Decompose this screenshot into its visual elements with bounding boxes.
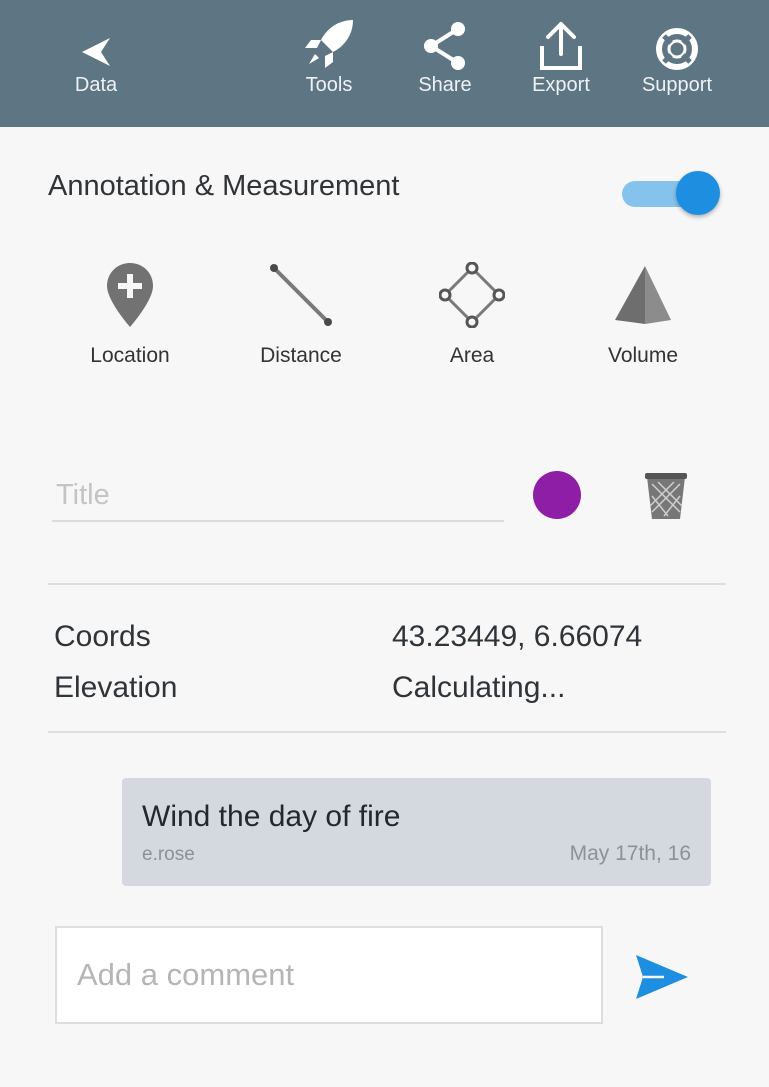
tool-area-label: Area	[449, 344, 495, 367]
tool-location[interactable]: Location	[55, 258, 205, 376]
comment-card: Wind the day of fire e.rose May 17th, 16	[122, 778, 711, 886]
tool-volume-label: Volume	[607, 344, 679, 367]
divider	[48, 731, 726, 733]
top-toolbar: Data Tools Share Export Support	[0, 0, 769, 127]
support-button[interactable]: Support	[617, 0, 737, 127]
color-picker[interactable]	[533, 471, 581, 519]
comment-author: e.rose	[142, 844, 195, 865]
trash-icon[interactable]	[642, 470, 690, 522]
comment-text: Wind the day of fire	[142, 800, 401, 833]
tool-distance[interactable]: Distance	[226, 258, 376, 376]
rocket-icon	[301, 0, 357, 72]
share-icon	[420, 0, 470, 72]
comment-input[interactable]	[55, 926, 603, 1024]
toggle-knob	[676, 171, 720, 215]
map-pin-add-icon	[105, 258, 155, 332]
tool-volume[interactable]: Volume	[568, 258, 718, 376]
coords-value: 43.23449, 6.66074	[392, 620, 643, 653]
coords-label: Coords	[54, 620, 151, 653]
tool-area[interactable]: Area	[397, 258, 547, 376]
lifebuoy-icon	[654, 0, 700, 72]
polygon-area-icon	[439, 258, 505, 332]
title-input[interactable]	[52, 470, 504, 522]
tool-distance-label: Distance	[260, 344, 342, 367]
elevation-label: Elevation	[54, 671, 178, 704]
divider	[48, 583, 726, 585]
tools-label: Tools	[305, 74, 353, 96]
back-button[interactable]: Data	[36, 0, 156, 127]
elevation-value: Calculating...	[392, 671, 566, 704]
back-label: Data	[74, 74, 118, 96]
share-button[interactable]: Share	[385, 0, 505, 127]
ruler-line-icon	[268, 258, 334, 332]
support-label: Support	[641, 74, 713, 96]
comment-date: May 17th, 16	[569, 842, 691, 865]
export-button[interactable]: Export	[501, 0, 621, 127]
tools-button[interactable]: Tools	[269, 0, 389, 127]
export-label: Export	[532, 74, 590, 96]
tool-location-label: Location	[90, 344, 170, 367]
send-icon[interactable]	[634, 953, 690, 1001]
section-title: Annotation & Measurement	[48, 170, 400, 202]
back-arrow-icon	[76, 0, 116, 72]
annotation-toggle[interactable]	[620, 170, 720, 216]
share-label: Share	[418, 74, 472, 96]
export-upload-icon	[538, 0, 584, 72]
pyramid-volume-icon	[613, 258, 673, 332]
